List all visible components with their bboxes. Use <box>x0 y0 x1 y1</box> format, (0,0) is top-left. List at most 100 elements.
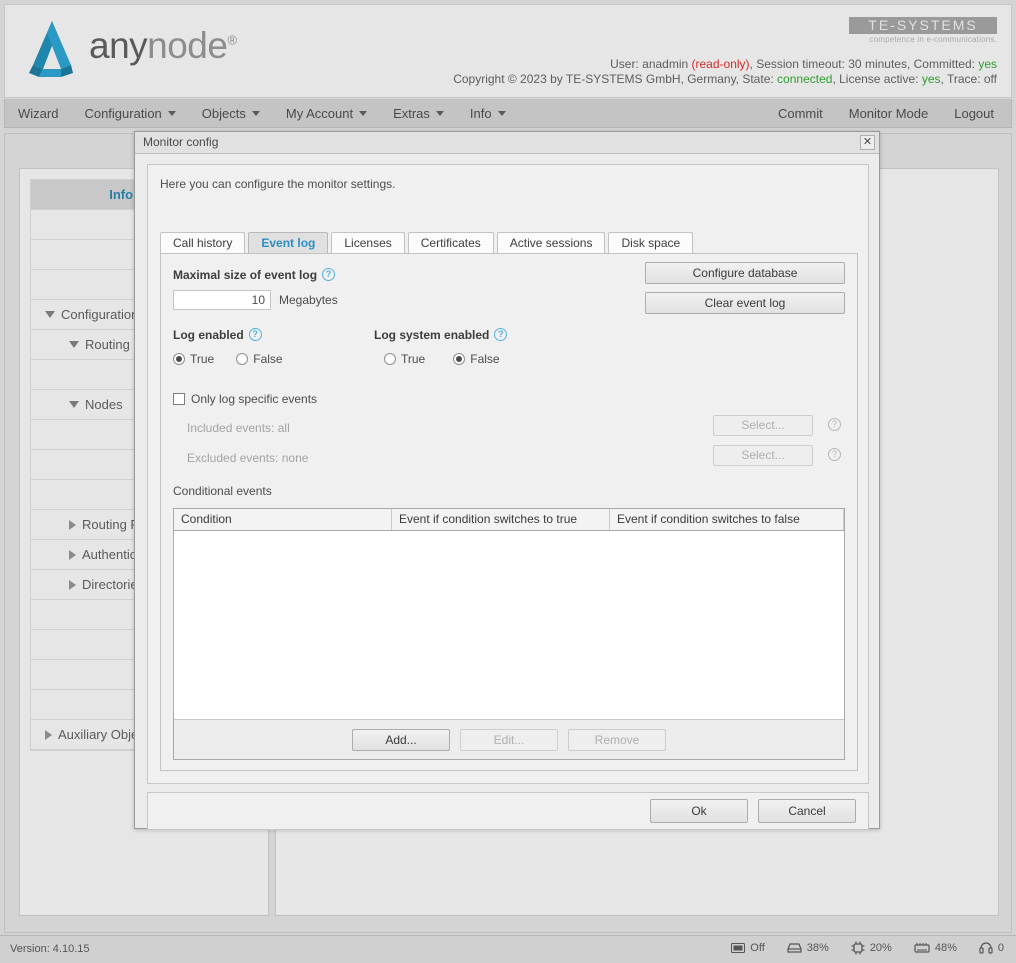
committed-value: yes <box>978 57 997 71</box>
log-enabled-false-label: False <box>253 352 282 366</box>
log-system-true-radio[interactable]: True <box>384 351 425 366</box>
chevron-right-icon[interactable] <box>69 580 76 590</box>
tab-licenses[interactable]: Licenses <box>331 232 404 254</box>
chevron-down-icon[interactable] <box>69 341 79 348</box>
tab-call-history[interactable]: Call history <box>160 232 245 254</box>
status-bar: Version: 4.10.15 Off38%20%48%0 <box>0 935 1016 963</box>
close-icon[interactable]: ✕ <box>860 135 875 150</box>
nav-item-label: Monitor Mode <box>849 106 928 121</box>
trace-icon <box>731 942 745 954</box>
help-icon-log-enabled[interactable]: ? <box>249 328 262 341</box>
session-timeout-label: , Session timeout: 30 minutes, Committed… <box>750 57 979 71</box>
nav-item-label: My Account <box>286 106 353 121</box>
monitor-config-dialog: Monitor config ✕ Here you can configure … <box>134 131 880 829</box>
chevron-right-icon[interactable] <box>69 550 76 560</box>
log-system-false-radio[interactable]: False <box>453 351 499 366</box>
nav-item-label: Objects <box>202 106 246 121</box>
chevron-down-icon[interactable] <box>69 401 79 408</box>
nav-item-label: Logout <box>954 106 994 121</box>
configure-database-button[interactable]: Configure database <box>645 262 845 284</box>
nav-item-configuration[interactable]: Configuration <box>71 99 188 128</box>
help-icon-max-size[interactable]: ? <box>322 268 335 281</box>
event-log-tab-panel: Maximal size of event log? Megabytes Con… <box>160 253 858 771</box>
edit-button: Edit... <box>460 729 558 751</box>
wordmark-bold: any <box>89 25 147 66</box>
checkbox-icon <box>173 393 185 405</box>
navbar-right-group: Commit Monitor Mode Logout <box>765 99 1007 128</box>
nav-item-extras[interactable]: Extras <box>380 99 457 128</box>
log-enabled-true-label: True <box>190 352 214 366</box>
log-system-label-row: Log system enabled? <box>374 328 507 342</box>
database-actions: Configure database Clear event log <box>645 262 845 314</box>
readonly-badge: (read-only) <box>692 57 750 71</box>
dialog-footer: Ok Cancel <box>147 792 869 830</box>
log-system-false-label: False <box>470 352 499 366</box>
nav-item-commit[interactable]: Commit <box>765 99 836 128</box>
status-metric-memory[interactable]: 48% <box>914 942 957 954</box>
registered-mark: ® <box>227 33 236 48</box>
nav-item-label: Commit <box>778 106 823 121</box>
max-size-input[interactable] <box>173 290 271 310</box>
only-specific-events-checkbox[interactable]: Only log specific events <box>173 392 317 406</box>
status-metric-trace[interactable]: Off <box>731 942 764 954</box>
status-metric-calls[interactable]: 0 <box>979 942 1004 955</box>
table-column-header[interactable]: Event if condition switches to true <box>392 509 610 530</box>
status-metric-disk[interactable]: 38% <box>787 942 829 954</box>
anynode-logo: anynode® <box>21 19 237 79</box>
chevron-down-icon <box>168 111 176 116</box>
radio-circle-icon <box>236 353 248 365</box>
chevron-right-icon[interactable] <box>45 730 52 740</box>
table-header-row: ConditionEvent if condition switches to … <box>174 509 844 531</box>
navbar-left-group: Wizard Configuration Objects My Account Extr… <box>5 99 519 128</box>
status-metric-value: 20% <box>870 942 892 954</box>
tab-active-sessions[interactable]: Active sessions <box>497 232 606 254</box>
log-system-true-label: True <box>401 352 425 366</box>
table-column-header[interactable]: Event if condition switches to false <box>610 509 844 530</box>
help-icon-excluded-events[interactable]: ? <box>828 448 841 461</box>
chevron-right-icon[interactable] <box>69 520 76 530</box>
log-enabled-true-radio[interactable]: True <box>173 351 214 366</box>
log-enabled-false-radio[interactable]: False <box>236 351 282 366</box>
nav-item-monitor-mode[interactable]: Monitor Mode <box>836 99 941 128</box>
chevron-down-icon[interactable] <box>45 311 55 318</box>
memory-icon <box>914 942 930 954</box>
status-metric-cpu[interactable]: 20% <box>851 941 892 955</box>
included-events-label: Included events: all <box>187 421 290 435</box>
help-icon-log-system[interactable]: ? <box>494 328 507 341</box>
clear-event-log-button[interactable]: Clear event log <box>645 292 845 314</box>
cancel-button[interactable]: Cancel <box>758 799 856 823</box>
log-enabled-label: Log enabled <box>173 328 244 342</box>
nav-item-wizard[interactable]: Wizard <box>5 99 71 128</box>
max-size-label-row: Maximal size of event log? <box>173 268 335 282</box>
nav-item-logout[interactable]: Logout <box>941 99 1007 128</box>
app-root: anynode® TE-SYSTEMS competence in e-comm… <box>0 0 1016 963</box>
tab-disk-space[interactable]: Disk space <box>608 232 693 254</box>
table-column-header[interactable]: Condition <box>174 509 392 530</box>
dialog-tabstrip: Call historyEvent logLicensesCertificate… <box>160 231 696 254</box>
anynode-logo-mark <box>21 19 83 79</box>
table-body[interactable] <box>174 531 844 719</box>
excluded-events-select-button: Select... <box>713 445 813 466</box>
add-button[interactable]: Add... <box>352 729 450 751</box>
status-metric-value: 48% <box>935 942 957 954</box>
license-label: , License active: <box>832 72 921 86</box>
header-status-line-2: Copyright © 2023 by TE-SYSTEMS GmbH, Ger… <box>453 72 997 87</box>
tab-certificates[interactable]: Certificates <box>408 232 494 254</box>
status-metrics: Off 38% 20% 48% 0 <box>731 941 1004 955</box>
nav-item-info[interactable]: Info <box>457 99 519 128</box>
nav-item-my-account[interactable]: My Account <box>273 99 380 128</box>
chevron-down-icon <box>436 111 444 116</box>
nav-item-objects[interactable]: Objects <box>189 99 273 128</box>
conditional-events-table: ConditionEvent if condition switches to … <box>173 508 845 760</box>
log-enabled-label-row: Log enabled? <box>173 328 262 342</box>
header-status: User: anadmin (read-only), Session timeo… <box>453 57 997 87</box>
dialog-intro-text: Here you can configure the monitor setti… <box>160 177 395 191</box>
chevron-down-icon <box>359 111 367 116</box>
dialog-body: Here you can configure the monitor setti… <box>147 164 869 784</box>
nav-item-label: Configuration <box>84 106 161 121</box>
ok-button[interactable]: Ok <box>650 799 748 823</box>
help-icon-included-events[interactable]: ? <box>828 418 841 431</box>
max-size-field-row: Megabytes <box>173 290 338 310</box>
sidebar-item-label: Configuration <box>61 307 138 322</box>
tab-event-log[interactable]: Event log <box>248 232 328 254</box>
